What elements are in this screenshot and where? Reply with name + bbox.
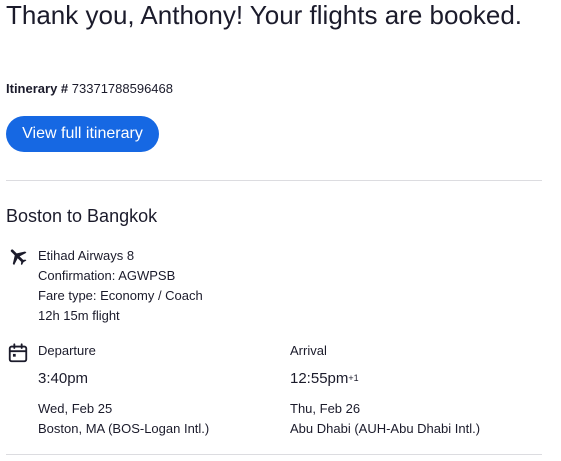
arrival-label: Arrival (290, 343, 327, 358)
departure-airport: Boston, MA (BOS-Logan Intl.) (38, 421, 210, 436)
departure-time: 3:40pm (38, 370, 89, 387)
itinerary-label: Itinerary # (6, 81, 69, 96)
departure-label: Departure (38, 343, 96, 358)
flight-duration: 12h 15m flight (38, 308, 120, 323)
departure-column: Departure 3:40pm Wed, Feb 25 Boston, MA … (38, 342, 209, 436)
confirmation-heading: Thank you, Anthony! Your flights are boo… (6, 0, 523, 30)
airplane-icon (10, 249, 27, 266)
arrival-time-wrapper: 12:55pm+1 (290, 369, 359, 389)
arrival-time: 12:55pm (290, 370, 349, 387)
calendar-icon (8, 343, 28, 363)
fare-type: Fare type: Economy / Coach (38, 288, 203, 303)
flight-details: Etihad Airways 8 Confirmation: AGWPSB Fa… (38, 246, 203, 326)
flight-route-title: Boston to Bangkok (6, 206, 158, 226)
section-divider (6, 180, 542, 181)
itinerary-number: 73371788596468 (71, 81, 174, 96)
section-divider-bottom (6, 454, 542, 455)
airline-flight-number: Etihad Airways 8 (38, 248, 135, 263)
itinerary-number-line: Itinerary # 73371788596468 (6, 81, 173, 97)
view-full-itinerary-button[interactable]: View full itinerary (6, 116, 159, 152)
confirmation-code: Confirmation: AGWPSB (38, 268, 176, 283)
departure-date: Wed, Feb 25 (38, 401, 113, 416)
arrival-day-offset: +1 (348, 373, 359, 383)
arrival-date: Thu, Feb 26 (290, 401, 361, 416)
arrival-airport: Abu Dhabi (AUH-Abu Dhabi Intl.) (290, 421, 481, 436)
arrival-column: Arrival 12:55pm+1 Thu, Feb 26 Abu Dhabi … (290, 342, 480, 436)
